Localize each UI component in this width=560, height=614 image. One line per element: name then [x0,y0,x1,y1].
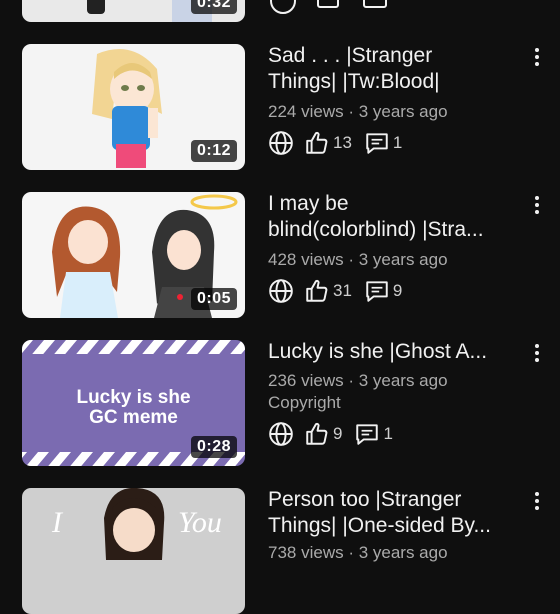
video-stats: 9 1 [268,421,393,447]
duration-badge: 0:05 [190,288,237,310]
video-thumbnail[interactable]: Lucky is she GC meme 0:28 [22,340,245,466]
thumbnail-illustration [104,488,165,560]
video-title-line: Lucky is she |Ghost A... [268,340,488,363]
comment-icon[interactable] [364,130,390,156]
globe-icon [269,131,293,155]
copyright-label: Copyright [268,393,341,412]
video-meta: 428 views · 3 years ago [268,250,448,269]
comment-icon[interactable] [354,421,380,447]
thumbs-up-icon[interactable] [304,421,330,447]
comment-icon [363,0,387,8]
video-title-line: Things| |Tw:Blood| [268,70,440,93]
video-title[interactable]: Person too |Stranger Things| |One-sided … [268,487,526,539]
video-meta: 236 views · 3 years ago [268,371,448,390]
thumbnail-caption-line: Lucky is she [76,387,191,408]
thumbs-up-icon[interactable] [304,130,330,156]
video-title-line: I may be [268,192,349,215]
video-meta: 738 views · 3 years ago [268,543,448,562]
more-vertical-icon[interactable] [532,46,542,68]
duration-badge: 0:28 [190,436,237,458]
comment-count: 1 [392,133,403,152]
like-count: 9 [333,424,343,443]
like-count: 31 [333,281,352,300]
video-thumbnail[interactable]: I You [22,488,245,614]
video-title[interactable]: Lucky is she |Ghost A... [268,339,526,365]
video-meta: 224 views · 3 years ago [268,102,448,121]
more-vertical-icon[interactable] [532,490,542,512]
duration-badge: 0:32 [190,0,237,14]
video-title-line: Sad . . . |Stranger [268,44,433,67]
duration-badge: 0:12 [190,140,237,162]
globe-icon [270,0,296,14]
thumbnail-figure [87,0,105,14]
comment-count: 1 [383,424,393,443]
video-thumbnail[interactable]: 0:05 [22,192,245,318]
comment-count: 9 [392,281,403,300]
globe-icon [269,279,293,303]
video-title-line: Person too |Stranger [268,488,462,511]
video-title-line: Things| |One-sided By... [268,514,491,537]
video-stats: 31 9 [268,278,402,304]
globe-icon [269,422,293,446]
like-count: 13 [333,133,352,152]
more-vertical-icon[interactable] [532,194,542,216]
thumbs-up-icon[interactable] [304,278,330,304]
video-title[interactable]: Sad . . . |Stranger Things| |Tw:Blood| [268,43,526,95]
more-vertical-icon[interactable] [532,342,542,364]
video-thumbnail[interactable]: 0:12 [22,44,245,170]
video-title[interactable]: I may be blind(colorblind) |Stra... [268,191,526,243]
video-stats: 13 1 [268,130,402,156]
comment-icon[interactable] [364,278,390,304]
thumbnail-caption: Lucky is she GC meme [22,388,245,428]
thumbs-up-icon [317,0,339,8]
video-thumbnail[interactable]: 0:32 [22,0,245,22]
video-title-line: blind(colorblind) |Stra... [268,218,484,241]
thumbnail-caption-line: GC meme [89,407,178,428]
